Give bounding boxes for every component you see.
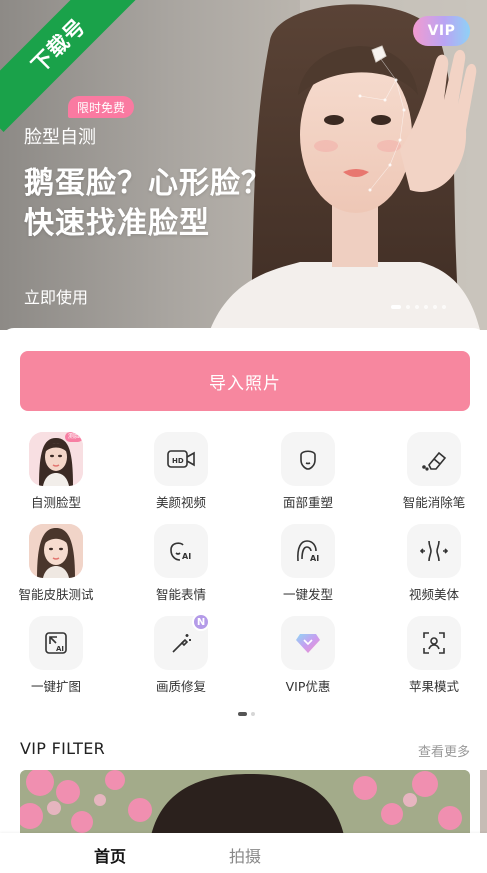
indicator-dot xyxy=(238,712,247,716)
new-badge: N xyxy=(192,613,210,631)
tool-label: 苹果模式 xyxy=(408,679,459,694)
tool-apple-mode[interactable]: 苹果模式 xyxy=(384,616,484,695)
tab-home[interactable]: 首页 xyxy=(94,843,126,867)
tools-page-indicator xyxy=(238,712,255,716)
tool-beauty-video[interactable]: HD 美颜视频 xyxy=(131,432,231,511)
vip-badge-label: VIP xyxy=(427,23,456,39)
bottom-tab-bar: 首页 拍摄 xyxy=(0,833,487,873)
tab-shoot[interactable]: 拍摄 xyxy=(229,843,261,867)
hero-title: 鹅蛋脸？心形脸？ 快速找准脸型 xyxy=(24,164,272,244)
vip-filter-title: VIP FILTER xyxy=(20,739,106,758)
tool-one-click-hairstyle[interactable]: AI 一键发型 xyxy=(258,524,358,603)
tool-video-body[interactable]: 视频美体 xyxy=(384,524,484,603)
hero-title-line-1: 鹅蛋脸？心形脸？ xyxy=(24,166,272,201)
ai-expand-icon: AI xyxy=(29,616,83,670)
svg-text:HD: HD xyxy=(172,457,184,465)
body-shape-icon xyxy=(407,524,461,578)
vip-badge-button[interactable]: VIP xyxy=(413,16,470,46)
ai-expression-icon: AI xyxy=(154,524,208,578)
svg-text:AI: AI xyxy=(310,554,319,563)
tool-face-test[interactable]: 测脸 自测脸型 xyxy=(6,432,106,511)
tool-one-click-expand[interactable]: AI 一键扩图 xyxy=(6,616,106,695)
tool-label: 面部重塑 xyxy=(282,495,333,510)
hd-video-icon: HD xyxy=(154,432,208,486)
tool-skin-test[interactable]: 智能皮肤测试 xyxy=(6,524,106,603)
hero-title-line-2: 快速找准脸型 xyxy=(24,206,210,241)
tool-label: 智能表情 xyxy=(155,587,206,602)
filter-preview-image xyxy=(20,770,470,840)
svg-text:AI: AI xyxy=(182,552,191,561)
indicator-dot xyxy=(251,712,255,716)
face-scan-icon xyxy=(407,616,461,670)
main-panel: 导入照片 测脸 自测脸型 HD 美颜视频 面部重塑 智能消除笔 智能皮肤测试 A… xyxy=(0,328,487,873)
tool-quality-repair[interactable]: N 画质修复 xyxy=(131,613,231,695)
skin-test-avatar xyxy=(29,524,83,578)
tool-label: 自测脸型 xyxy=(30,495,81,510)
tool-label: 美颜视频 xyxy=(155,495,206,510)
indicator-dot xyxy=(442,305,446,309)
tool-label: 画质修复 xyxy=(155,679,206,694)
eraser-icon xyxy=(407,432,461,486)
promo-tag-label: 限时免费 xyxy=(77,100,126,115)
indicator-dot xyxy=(415,305,419,309)
svg-text:AI: AI xyxy=(56,645,64,653)
limited-free-tag: 限时免费 xyxy=(68,96,135,118)
tool-vip-offer[interactable]: VIP优惠 xyxy=(258,616,358,695)
indicator-dot xyxy=(433,305,437,309)
magic-wand-icon: N xyxy=(154,613,210,670)
indicator-dot xyxy=(424,305,428,309)
hero-carousel-indicator xyxy=(391,305,446,309)
next-filter-card-peek[interactable] xyxy=(480,770,487,840)
tool-label: 一键扩图 xyxy=(30,679,81,694)
tool-label: VIP优惠 xyxy=(285,679,331,694)
tool-face-reshape[interactable]: 面部重塑 xyxy=(258,432,358,511)
face-test-chip: 测脸 xyxy=(64,432,83,442)
see-more-link[interactable]: 查看更多 xyxy=(418,741,470,760)
tool-smart-expression[interactable]: AI 智能表情 xyxy=(131,524,231,603)
indicator-dot xyxy=(406,305,410,309)
hero-subtitle: 脸型自测 xyxy=(24,127,96,148)
vip-diamond-icon xyxy=(281,616,335,670)
face-outline-icon xyxy=(281,432,335,486)
vip-filter-card[interactable] xyxy=(20,770,470,840)
hero-banner[interactable]: 下载号 VIP 限时免费 脸型自测 鹅蛋脸？心形脸？ 快速找准脸型 立即使用 xyxy=(0,0,487,330)
tool-label: 智能消除笔 xyxy=(402,495,466,510)
tool-label: 一键发型 xyxy=(282,587,333,602)
tool-label: 智能皮肤测试 xyxy=(18,587,94,602)
indicator-dot xyxy=(391,305,401,309)
use-now-link[interactable]: 立即使用 xyxy=(24,284,88,308)
tool-smart-eraser[interactable]: 智能消除笔 xyxy=(384,432,484,511)
ai-hairstyle-icon: AI xyxy=(281,524,335,578)
tool-label: 视频美体 xyxy=(408,587,459,602)
import-photo-button[interactable]: 导入照片 xyxy=(20,351,470,411)
face-test-avatar: 测脸 xyxy=(29,432,83,486)
